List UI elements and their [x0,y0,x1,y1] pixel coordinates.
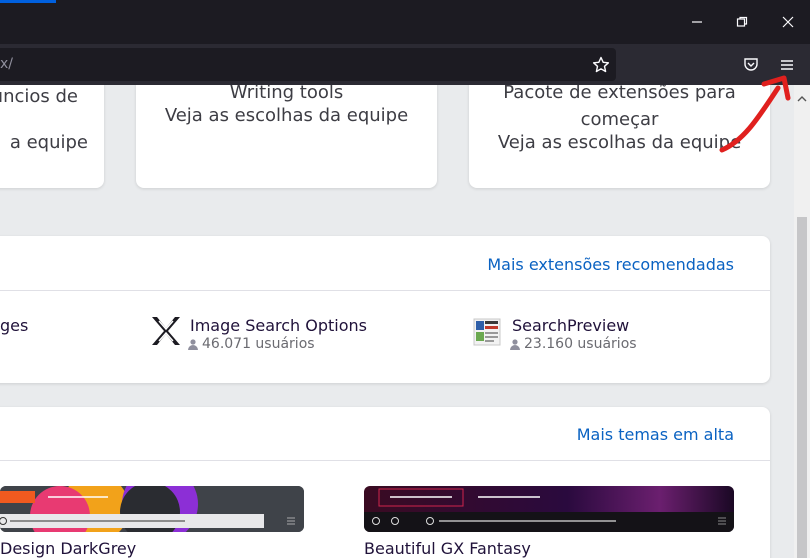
theme-name[interactable]: Design DarkGrey [0,539,136,558]
more-extensions-link[interactable]: Mais extensões recomendadas [487,255,734,274]
theme-preview[interactable] [0,486,304,532]
category-link[interactable]: a equipe [0,129,88,156]
scrollbar-thumb[interactable] [797,217,807,558]
theme-name[interactable]: Beautiful GX Fantasy [364,539,531,558]
divider [0,460,770,461]
user-icon [510,338,520,350]
recommended-extensions-card: Mais extensões recomendadas [0,236,770,383]
extension-users: 23.160 usuários [510,336,637,352]
searchpreview-icon [471,315,503,347]
category-card[interactable]: úncios de a equipe [0,85,104,188]
restore-icon[interactable] [725,8,759,36]
extension-name[interactable]: SearchPreview [512,316,629,335]
extension-user-count: 23.160 usuários [524,336,637,352]
minimize-icon[interactable] [680,8,714,36]
url-text: x/ [0,56,14,72]
divider [0,290,770,291]
image-search-options-icon [150,315,182,347]
extension-name[interactable]: Image Search Options [190,316,367,335]
category-title: úncios de [0,86,78,107]
user-icon [188,338,198,350]
category-link[interactable]: Veja as escolhas da equipe [136,102,437,129]
extension-users: 46.071 usuários [188,336,315,352]
category-card[interactable]: Writing tools Veja as escolhas da equipe [136,85,437,188]
extension-user-count: 46.071 usuários [202,336,315,352]
active-tab-indicator[interactable] [0,0,56,3]
extension-name[interactable]: ges [0,316,28,335]
bookmark-star-icon[interactable] [588,53,614,77]
more-themes-link[interactable]: Mais temas em alta [577,425,734,444]
annotation-arrow-icon [719,75,791,153]
theme-preview[interactable] [364,486,734,532]
trending-themes-card: Mais temas em alta [0,407,770,558]
url-bar[interactable] [0,48,616,81]
page-content: úncios de a equipe Writing tools Veja as… [0,85,794,558]
close-icon[interactable] [771,8,805,36]
